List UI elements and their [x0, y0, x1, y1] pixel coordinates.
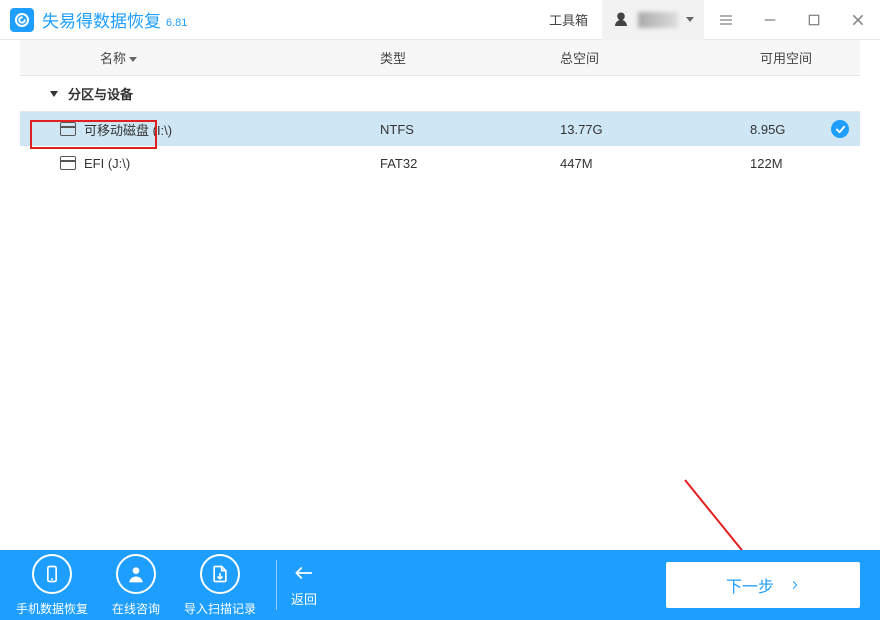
back-label: 返回 [291, 589, 317, 608]
footer-bar: 手机数据恢复 在线咨询 导入扫描记录 返回 下一步 [0, 550, 880, 620]
maximize-button[interactable] [792, 0, 836, 40]
chevron-down-icon [686, 17, 694, 22]
drive-icon [60, 122, 76, 136]
column-total[interactable]: 总空间 [560, 48, 690, 67]
person-icon [116, 554, 156, 594]
phone-icon [32, 554, 72, 594]
chevron-right-icon [790, 577, 800, 593]
drive-icon [60, 156, 76, 170]
app-title: 失易得数据恢复 [42, 7, 161, 32]
user-dropdown[interactable] [602, 0, 704, 40]
column-available[interactable]: 可用空间 [690, 48, 860, 67]
drive-name: 可移动磁盘 (I:\) [84, 120, 172, 139]
footer-phone-recovery[interactable]: 手机数据恢复 [10, 554, 94, 617]
drive-type: FAT32 [380, 156, 560, 171]
drive-row[interactable]: 可移动磁盘 (I:\) NTFS 13.77G 8.95G [20, 112, 860, 146]
drive-available: 122M [690, 156, 820, 171]
close-button[interactable] [836, 0, 880, 40]
column-header-row: 名称 类型 总空间 可用空间 [20, 40, 860, 76]
next-button[interactable]: 下一步 [666, 562, 860, 608]
user-name-obscured [638, 12, 678, 28]
toolbox-button[interactable]: 工具箱 [535, 0, 602, 40]
footer-label: 手机数据恢复 [16, 600, 88, 617]
footer-divider [276, 560, 277, 610]
drive-total: 447M [560, 156, 690, 171]
menu-button[interactable] [704, 0, 748, 40]
collapse-triangle-icon [50, 91, 58, 97]
selected-check-icon [831, 120, 849, 138]
drive-total: 13.77G [560, 122, 690, 137]
titlebar: 失易得数据恢复 6.81 工具箱 [0, 0, 880, 40]
user-icon [612, 11, 630, 29]
minimize-button[interactable] [748, 0, 792, 40]
drive-list: 可移动磁盘 (I:\) NTFS 13.77G 8.95G EFI (J:\) … [20, 112, 860, 180]
drive-row[interactable]: EFI (J:\) FAT32 447M 122M [20, 146, 860, 180]
import-icon [200, 554, 240, 594]
drive-available: 8.95G [690, 122, 820, 137]
back-arrow-icon [291, 563, 315, 583]
back-button[interactable]: 返回 [291, 563, 317, 608]
column-name[interactable]: 名称 [20, 48, 380, 67]
sort-caret-icon [129, 57, 137, 62]
footer-import-scan[interactable]: 导入扫描记录 [178, 554, 262, 617]
app-version: 6.81 [166, 17, 187, 29]
drive-name: EFI (J:\) [84, 156, 130, 171]
footer-label: 在线咨询 [112, 600, 160, 617]
section-title: 分区与设备 [68, 84, 133, 103]
next-label: 下一步 [726, 573, 774, 597]
drive-type: NTFS [380, 122, 560, 137]
app-logo-icon [10, 8, 34, 32]
section-partitions-devices[interactable]: 分区与设备 [20, 76, 860, 112]
column-type[interactable]: 类型 [380, 48, 560, 67]
footer-online-consult[interactable]: 在线咨询 [94, 554, 178, 617]
footer-label: 导入扫描记录 [184, 600, 256, 617]
